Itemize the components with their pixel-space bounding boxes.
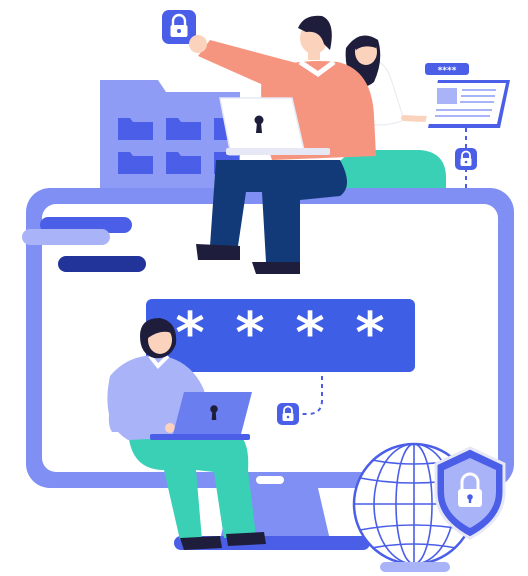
padlock-badge-icon bbox=[455, 148, 477, 170]
password-mask-char: * bbox=[355, 301, 384, 366]
password-mask-char: * bbox=[175, 301, 204, 366]
card-rating: **** bbox=[438, 66, 457, 76]
padlock-badge-icon bbox=[277, 403, 299, 425]
password-security-illustration: * * * * **** bbox=[22, 10, 514, 572]
password-field: * * * * bbox=[146, 299, 415, 372]
document-card-icon: **** bbox=[425, 63, 510, 128]
password-mask-char: * bbox=[235, 301, 264, 366]
password-mask-char: * bbox=[295, 301, 324, 366]
power-led bbox=[256, 476, 284, 484]
